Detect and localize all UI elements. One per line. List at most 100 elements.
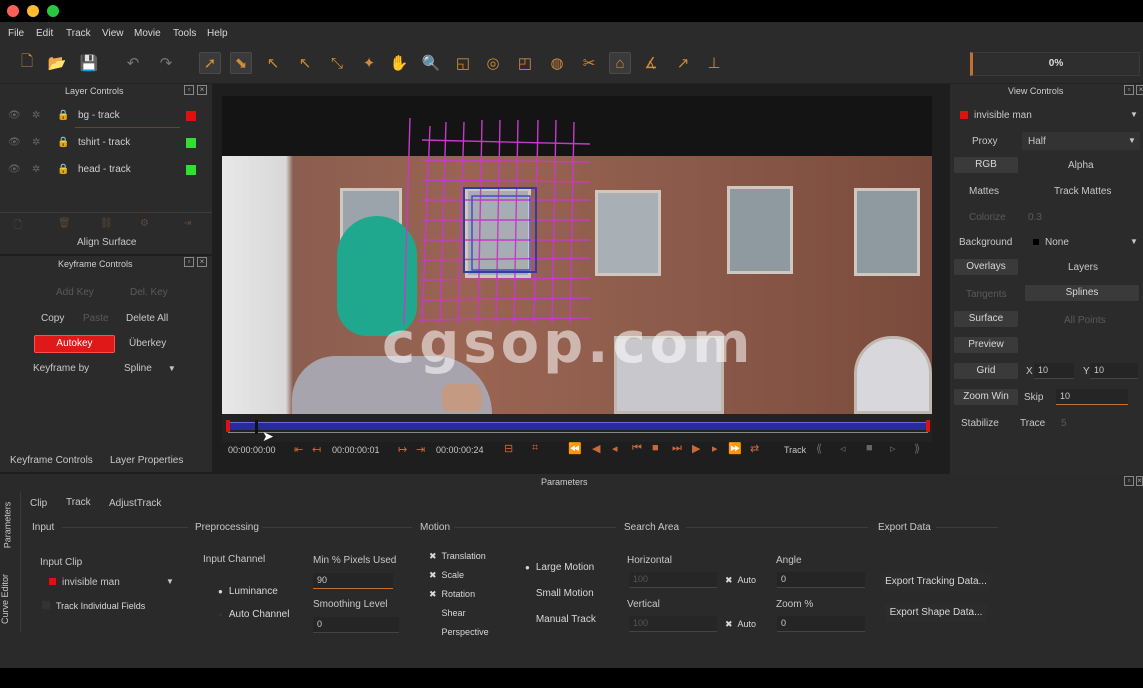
menu-tools[interactable]: Tools [173,28,196,39]
align-surface-button[interactable]: Align Surface [77,237,136,248]
zoom-win-button[interactable]: Zoom Win [953,388,1019,406]
min-pixels-field[interactable]: 90 [313,573,393,589]
menu-file[interactable]: File [8,28,24,39]
track-back-all-icon[interactable]: ⟪ [816,442,822,455]
tab-clip[interactable]: Clip [30,498,47,509]
tab-layer-properties[interactable]: Layer Properties [110,455,183,466]
timeline-out-marker[interactable] [926,420,930,432]
delete-all-button[interactable]: Delete All [126,313,168,324]
brush-shape-tool-icon[interactable]: ◎ [482,52,504,74]
overlays-button[interactable]: Overlays [953,258,1019,276]
alpha-button[interactable]: Alpha [1068,160,1094,171]
time-end[interactable]: 00:00:00:24 [436,445,484,455]
planar-grid-overlay[interactable] [222,96,932,414]
viewer[interactable]: cgsop.com [222,96,932,414]
track-back-icon[interactable]: ◃ [840,442,846,455]
set-in-out-icon[interactable]: ⊟ [504,442,513,455]
grid-x-field[interactable]: 10 [1034,363,1074,379]
track-forward-icon[interactable]: ▹ [890,442,896,455]
paste-button[interactable]: Paste [83,313,109,324]
surface-tool-icon[interactable]: ⌂ [609,52,631,74]
layer-gear-icon[interactable]: ⚙ [140,218,149,229]
tangents-button[interactable]: Tangents [966,289,1007,300]
close-panel-icon[interactable]: × [197,85,207,95]
menu-movie[interactable]: Movie [134,28,161,39]
fast-forward-icon[interactable]: ⏩ [728,442,742,455]
add-key-button[interactable]: Add Key [56,287,94,298]
smoothing-level-field[interactable]: 0 [313,617,399,633]
horizontal-auto-checkbox[interactable]: ✖ Auto [725,575,756,586]
grid-y-field[interactable]: 10 [1090,363,1138,379]
colorize-button[interactable]: Colorize [969,212,1006,223]
select-tool-icon[interactable]: ➚ [199,52,221,74]
splines-button[interactable]: Splines [1024,284,1140,302]
del-key-button[interactable]: Del. Key [130,287,168,298]
go-to-out-icon[interactable]: ⇥ [416,443,425,456]
vertical-field[interactable]: 100 [629,616,717,632]
edit-point-tool-icon[interactable]: ↖ [294,52,316,74]
zoom-field[interactable]: 0 [777,616,865,632]
new-project-icon[interactable]: 🗋 [16,52,38,74]
eye-icon[interactable]: 👁 [8,110,21,121]
step-in-icon[interactable]: ↤ [312,443,321,456]
undo-icon[interactable]: ↶ [122,52,144,74]
export-shape-data-button[interactable]: Export Shape Data... [884,603,988,623]
vertical-auto-checkbox[interactable]: ✖ Auto [725,619,756,630]
manual-track-radio[interactable]: ● Manual Track [525,614,596,625]
go-to-in-icon[interactable]: ⇤ [294,443,303,456]
side-tab-curve-editor[interactable]: Curve Editor [0,574,10,624]
attach-tool-icon[interactable]: ↗ [672,52,694,74]
copy-button[interactable]: Copy [41,313,64,324]
autokey-button[interactable]: Autokey [34,335,115,353]
all-points-button[interactable]: All Points [1064,315,1106,326]
trace-value[interactable]: 5 [1061,418,1067,429]
tab-track[interactable]: Track [66,497,91,508]
shape-tool-icon[interactable]: ◱ [452,52,474,74]
keyframe-by-select[interactable]: Spline ▼ [124,363,176,374]
go-end-icon[interactable]: ⏭ [672,442,682,455]
float-panel-icon[interactable]: ▫ [184,85,194,95]
timeline[interactable]: ➤ [222,414,932,444]
tab-adjust-track[interactable]: AdjustTrack [109,498,161,509]
colorize-value[interactable]: 0.3 [1028,212,1042,223]
redo-icon[interactable]: ↷ [155,52,177,74]
magic-tool-icon[interactable]: ✦ [358,52,380,74]
loop-icon[interactable]: ⇄ [750,442,759,455]
time-current[interactable]: 00:00:00:01 [332,445,380,455]
grid-frame-icon[interactable]: ⌗ [532,442,538,455]
playhead[interactable] [255,420,258,434]
tab-keyframe-controls[interactable]: Keyframe Controls [10,455,93,466]
eye-icon[interactable]: 👁 [8,164,21,175]
timeline-in-marker[interactable] [226,420,230,432]
angle-tool-icon[interactable]: ∡ [640,52,662,74]
grid-button[interactable]: Grid [953,362,1019,380]
add-point-tool-icon[interactable]: ↖ [262,52,284,74]
hand-tool-icon[interactable]: ✋ [388,52,410,74]
lock-icon[interactable]: 🔒 [57,110,69,121]
bezier-tool-icon[interactable]: ⬊ [230,52,252,74]
rewind-icon[interactable]: ⏪ [568,442,582,455]
stabilize-button[interactable]: Stabilize [961,418,999,429]
layer-export-icon[interactable]: ⇥ [183,218,191,229]
rgb-button[interactable]: RGB [953,156,1019,174]
open-project-icon[interactable]: 📂 [46,52,68,74]
menu-help[interactable]: Help [207,28,228,39]
time-start[interactable]: 00:00:00:00 [228,445,276,455]
side-tab-parameters[interactable]: Parameters [2,502,12,549]
float-panel-icon[interactable]: ▫ [1124,85,1134,95]
gear-icon[interactable]: ✲ [32,110,40,121]
float-panel-icon[interactable]: ▫ [1124,476,1134,486]
link-layer-icon[interactable]: ⛓ [100,218,113,229]
large-motion-radio[interactable]: ● Large Motion [525,562,594,573]
perspective-checkbox[interactable]: ✖ Perspective [429,627,489,638]
shear-checkbox[interactable]: ✖ Shear [429,608,466,619]
menu-view[interactable]: View [102,28,124,39]
auto-channel-radio[interactable]: ● Auto Channel [218,609,289,620]
track-mattes-button[interactable]: Track Mattes [1054,186,1111,197]
uberkey-button[interactable]: Überkey [129,338,166,349]
angle-field[interactable]: 0 [777,572,865,588]
ellipse-shape-tool-icon[interactable]: ◍ [546,52,568,74]
close-panel-icon[interactable]: × [1136,476,1143,486]
maximize-window-button[interactable] [47,5,59,17]
delete-layer-icon[interactable]: 🗑 [58,218,71,229]
